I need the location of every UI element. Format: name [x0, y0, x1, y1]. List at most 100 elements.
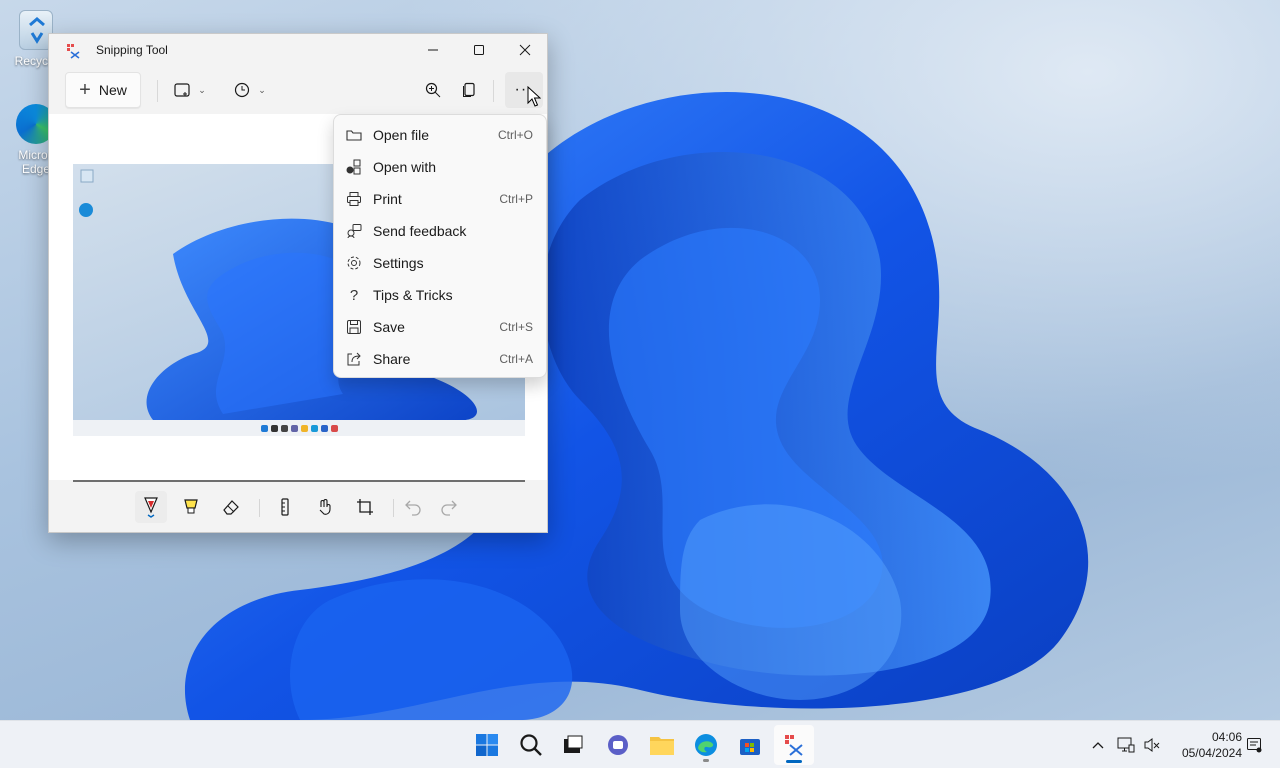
network-icon [1117, 737, 1135, 753]
title-bar[interactable]: Snipping Tool [49, 34, 547, 66]
markup-toolbar [49, 482, 547, 532]
menu-item-print[interactable]: Print Ctrl+P [334, 183, 546, 215]
menu-item-open-file[interactable]: Open file Ctrl+O [334, 119, 546, 151]
eraser-icon [223, 500, 239, 515]
file-explorer-icon [650, 737, 674, 755]
zoom-in-icon [425, 82, 441, 98]
notifications-button[interactable] [1244, 735, 1264, 755]
menu-item-label: Open with [373, 159, 437, 175]
volume-button[interactable] [1142, 735, 1162, 755]
search-icon [520, 734, 542, 756]
eraser-button[interactable] [215, 491, 247, 523]
feedback-icon [345, 222, 363, 240]
plus-icon: + [79, 79, 91, 101]
menu-item-label: Send feedback [373, 223, 467, 239]
new-button-label: New [98, 82, 127, 98]
taskbar-clock[interactable]: 04:06 05/04/2024 [1168, 729, 1242, 761]
menu-item-label: Open file [373, 127, 430, 143]
menu-item-shortcut: Ctrl+P [499, 192, 533, 206]
toolbar-divider [259, 499, 260, 517]
taskbar-search-button[interactable] [511, 725, 551, 765]
taskbar: 04:06 05/04/2024 [0, 720, 1280, 768]
folder-icon [345, 126, 363, 144]
menu-item-settings[interactable]: Settings [334, 247, 546, 279]
highlighter-button[interactable] [175, 491, 207, 523]
ruler-button[interactable] [269, 491, 301, 523]
preview-taskbar [73, 420, 525, 436]
undo-button[interactable] [397, 491, 429, 523]
task-view-icon [564, 735, 583, 753]
menu-item-label: Tips & Tricks [373, 287, 453, 303]
touch-writing-icon [319, 499, 331, 515]
network-button[interactable] [1116, 735, 1136, 755]
start-button[interactable] [467, 725, 507, 765]
teams-chat-icon [608, 735, 628, 755]
rectangle-snip-icon [174, 83, 190, 97]
file-explorer-button[interactable] [642, 725, 682, 765]
menu-item-label: Save [373, 319, 405, 335]
copy-button[interactable] [453, 72, 485, 108]
touch-writing-button[interactable] [309, 491, 341, 523]
menu-item-shortcut: Ctrl+O [497, 128, 533, 142]
chat-button[interactable] [598, 725, 638, 765]
clock-icon [235, 82, 250, 98]
running-indicator [703, 759, 709, 762]
undo-icon [405, 500, 421, 516]
zoom-button[interactable] [417, 72, 449, 108]
toolbar-divider [493, 80, 494, 102]
task-view-button[interactable] [553, 725, 593, 765]
snipping-tool-icon [67, 44, 80, 59]
crop-button[interactable] [349, 491, 381, 523]
minimize-button[interactable] [410, 34, 456, 66]
menu-item-label: Print [373, 191, 402, 207]
window-title: Snipping Tool [96, 43, 168, 57]
menu-item-label: Settings [373, 255, 424, 271]
menu-item-share[interactable]: Share Ctrl+A [334, 343, 546, 375]
menu-item-shortcut: Ctrl+A [499, 352, 533, 366]
menu-item-send-feedback[interactable]: Send feedback [334, 215, 546, 247]
open-with-icon [345, 158, 363, 176]
snipping-tool-icon [785, 735, 803, 756]
edge-button[interactable] [686, 725, 726, 765]
copy-icon [463, 82, 475, 97]
chevron-down-icon: ⌄ [198, 84, 206, 95]
store-button[interactable] [730, 725, 770, 765]
maximize-icon [474, 45, 484, 55]
mouse-cursor-icon [527, 86, 541, 107]
clock-date: 05/04/2024 [1181, 746, 1242, 760]
menu-item-tips-tricks[interactable]: ? Tips & Tricks [334, 279, 546, 311]
show-hidden-icons-button[interactable] [1088, 735, 1108, 755]
menu-item-label: Share [373, 351, 411, 367]
highlighter-icon [184, 499, 198, 514]
close-icon [519, 44, 531, 56]
menu-item-save[interactable]: Save Ctrl+S [334, 311, 546, 343]
new-snip-button[interactable]: + New [65, 72, 141, 108]
crop-icon [357, 499, 373, 515]
toolbar: + New ⌄ ⌄ ··· [49, 70, 547, 110]
ballpoint-pen-button[interactable] [135, 491, 167, 523]
maximize-button[interactable] [456, 34, 502, 66]
close-button[interactable] [502, 34, 548, 66]
minimize-icon [428, 49, 438, 51]
menu-item-open-with[interactable]: Open with [334, 151, 546, 183]
more-options-menu: Open file Ctrl+O Open with Print Ctrl+P … [333, 114, 547, 378]
save-icon [345, 318, 363, 336]
ruler-icon [281, 498, 289, 516]
start-icon [476, 734, 498, 756]
snipping-tool-taskbar-button[interactable] [774, 725, 814, 765]
volume-muted-icon [1144, 738, 1160, 752]
clock-time: 04:06 [1211, 730, 1242, 744]
store-icon [740, 739, 760, 755]
question-icon: ? [349, 286, 359, 304]
notification-icon [1247, 738, 1262, 753]
ballpoint-pen-icon [144, 497, 158, 518]
snip-mode-dropdown[interactable]: ⌄ [167, 72, 213, 108]
redo-icon [441, 500, 457, 516]
delay-dropdown[interactable]: ⌄ [227, 72, 273, 108]
toolbar-divider [157, 80, 158, 102]
gear-icon [345, 254, 363, 272]
redo-button[interactable] [433, 491, 465, 523]
toolbar-divider [393, 499, 394, 517]
printer-icon [345, 190, 363, 208]
chevron-up-icon [1092, 742, 1104, 749]
